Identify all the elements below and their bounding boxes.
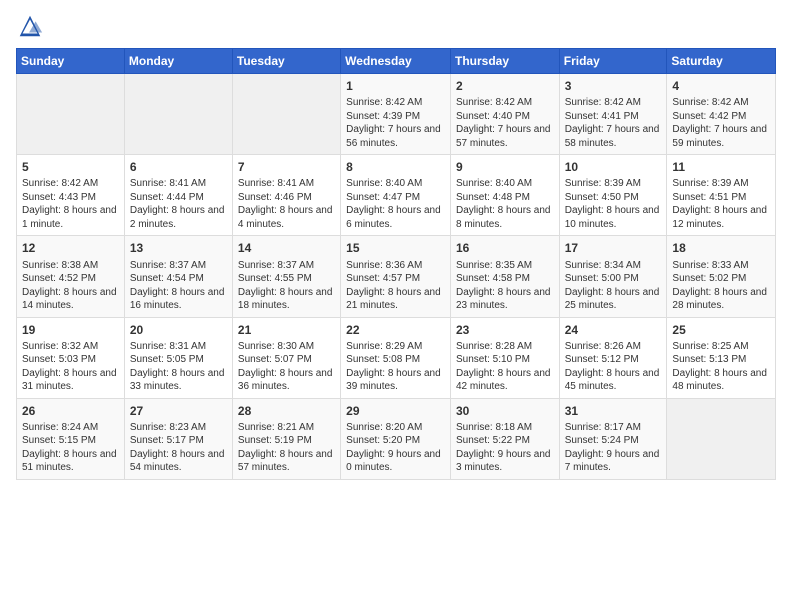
logo-icon (16, 12, 44, 40)
day-number: 15 (346, 240, 445, 256)
calendar-cell (124, 74, 232, 155)
calendar-cell: 10Sunrise: 8:39 AMSunset: 4:50 PMDayligh… (559, 155, 667, 236)
day-number: 2 (456, 78, 554, 94)
day-number: 3 (565, 78, 662, 94)
calendar-cell (232, 74, 340, 155)
day-number: 22 (346, 322, 445, 338)
day-number: 9 (456, 159, 554, 175)
calendar-cell: 11Sunrise: 8:39 AMSunset: 4:51 PMDayligh… (667, 155, 776, 236)
calendar-week-3: 12Sunrise: 8:38 AMSunset: 4:52 PMDayligh… (17, 236, 776, 317)
calendar-header: SundayMondayTuesdayWednesdayThursdayFrid… (17, 49, 776, 74)
calendar-cell: 1Sunrise: 8:42 AMSunset: 4:39 PMDaylight… (341, 74, 451, 155)
day-number: 28 (238, 403, 335, 419)
day-number: 27 (130, 403, 227, 419)
calendar-cell: 14Sunrise: 8:37 AMSunset: 4:55 PMDayligh… (232, 236, 340, 317)
calendar-cell (17, 74, 125, 155)
day-number: 13 (130, 240, 227, 256)
calendar-cell: 25Sunrise: 8:25 AMSunset: 5:13 PMDayligh… (667, 317, 776, 398)
day-number: 7 (238, 159, 335, 175)
calendar-week-1: 1Sunrise: 8:42 AMSunset: 4:39 PMDaylight… (17, 74, 776, 155)
day-number: 11 (672, 159, 770, 175)
day-number: 18 (672, 240, 770, 256)
calendar-cell (667, 398, 776, 479)
day-number: 8 (346, 159, 445, 175)
calendar-cell: 26Sunrise: 8:24 AMSunset: 5:15 PMDayligh… (17, 398, 125, 479)
day-number: 23 (456, 322, 554, 338)
calendar-cell: 15Sunrise: 8:36 AMSunset: 4:57 PMDayligh… (341, 236, 451, 317)
day-number: 26 (22, 403, 119, 419)
calendar-table: SundayMondayTuesdayWednesdayThursdayFrid… (16, 48, 776, 480)
day-number: 29 (346, 403, 445, 419)
day-number: 21 (238, 322, 335, 338)
day-number: 5 (22, 159, 119, 175)
day-number: 30 (456, 403, 554, 419)
weekday-friday: Friday (559, 49, 667, 74)
calendar-cell: 18Sunrise: 8:33 AMSunset: 5:02 PMDayligh… (667, 236, 776, 317)
day-number: 6 (130, 159, 227, 175)
calendar-cell: 20Sunrise: 8:31 AMSunset: 5:05 PMDayligh… (124, 317, 232, 398)
day-number: 24 (565, 322, 662, 338)
day-number: 4 (672, 78, 770, 94)
calendar-cell: 4Sunrise: 8:42 AMSunset: 4:42 PMDaylight… (667, 74, 776, 155)
weekday-monday: Monday (124, 49, 232, 74)
calendar-cell: 7Sunrise: 8:41 AMSunset: 4:46 PMDaylight… (232, 155, 340, 236)
logo (16, 12, 48, 40)
calendar-cell: 29Sunrise: 8:20 AMSunset: 5:20 PMDayligh… (341, 398, 451, 479)
calendar-cell: 16Sunrise: 8:35 AMSunset: 4:58 PMDayligh… (450, 236, 559, 317)
calendar-week-5: 26Sunrise: 8:24 AMSunset: 5:15 PMDayligh… (17, 398, 776, 479)
calendar-week-2: 5Sunrise: 8:42 AMSunset: 4:43 PMDaylight… (17, 155, 776, 236)
calendar-cell: 27Sunrise: 8:23 AMSunset: 5:17 PMDayligh… (124, 398, 232, 479)
weekday-sunday: Sunday (17, 49, 125, 74)
day-number: 12 (22, 240, 119, 256)
day-number: 31 (565, 403, 662, 419)
calendar-cell: 31Sunrise: 8:17 AMSunset: 5:24 PMDayligh… (559, 398, 667, 479)
calendar-week-4: 19Sunrise: 8:32 AMSunset: 5:03 PMDayligh… (17, 317, 776, 398)
calendar-cell: 23Sunrise: 8:28 AMSunset: 5:10 PMDayligh… (450, 317, 559, 398)
calendar-cell: 28Sunrise: 8:21 AMSunset: 5:19 PMDayligh… (232, 398, 340, 479)
calendar-cell: 8Sunrise: 8:40 AMSunset: 4:47 PMDaylight… (341, 155, 451, 236)
day-number: 17 (565, 240, 662, 256)
weekday-header-row: SundayMondayTuesdayWednesdayThursdayFrid… (17, 49, 776, 74)
calendar-cell: 17Sunrise: 8:34 AMSunset: 5:00 PMDayligh… (559, 236, 667, 317)
day-number: 14 (238, 240, 335, 256)
calendar-cell: 22Sunrise: 8:29 AMSunset: 5:08 PMDayligh… (341, 317, 451, 398)
calendar-cell: 12Sunrise: 8:38 AMSunset: 4:52 PMDayligh… (17, 236, 125, 317)
calendar-cell: 9Sunrise: 8:40 AMSunset: 4:48 PMDaylight… (450, 155, 559, 236)
weekday-tuesday: Tuesday (232, 49, 340, 74)
calendar-cell: 19Sunrise: 8:32 AMSunset: 5:03 PMDayligh… (17, 317, 125, 398)
calendar-cell: 13Sunrise: 8:37 AMSunset: 4:54 PMDayligh… (124, 236, 232, 317)
page-header (16, 12, 776, 40)
weekday-thursday: Thursday (450, 49, 559, 74)
calendar-body: 1Sunrise: 8:42 AMSunset: 4:39 PMDaylight… (17, 74, 776, 480)
weekday-saturday: Saturday (667, 49, 776, 74)
day-number: 20 (130, 322, 227, 338)
day-number: 1 (346, 78, 445, 94)
day-number: 25 (672, 322, 770, 338)
calendar-cell: 3Sunrise: 8:42 AMSunset: 4:41 PMDaylight… (559, 74, 667, 155)
calendar-cell: 24Sunrise: 8:26 AMSunset: 5:12 PMDayligh… (559, 317, 667, 398)
day-number: 16 (456, 240, 554, 256)
calendar-cell: 2Sunrise: 8:42 AMSunset: 4:40 PMDaylight… (450, 74, 559, 155)
weekday-wednesday: Wednesday (341, 49, 451, 74)
calendar-cell: 21Sunrise: 8:30 AMSunset: 5:07 PMDayligh… (232, 317, 340, 398)
calendar-cell: 6Sunrise: 8:41 AMSunset: 4:44 PMDaylight… (124, 155, 232, 236)
calendar-cell: 5Sunrise: 8:42 AMSunset: 4:43 PMDaylight… (17, 155, 125, 236)
day-number: 19 (22, 322, 119, 338)
day-number: 10 (565, 159, 662, 175)
calendar-cell: 30Sunrise: 8:18 AMSunset: 5:22 PMDayligh… (450, 398, 559, 479)
